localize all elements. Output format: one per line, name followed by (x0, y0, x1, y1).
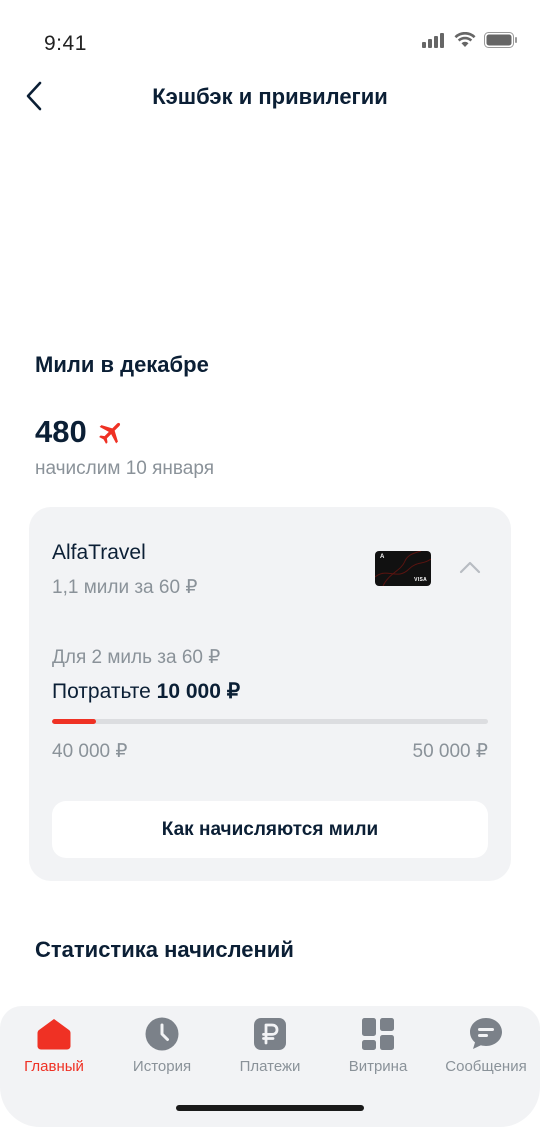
tab-showcase[interactable]: Витрина (324, 1016, 432, 1075)
tab-label: Главный (24, 1058, 84, 1075)
miles-section-title: Мили в декабре (35, 352, 209, 377)
spend-prefix: Потратьте (52, 680, 151, 703)
status-icons (422, 32, 518, 48)
clock-icon (144, 1016, 180, 1052)
miles-value: 480 (35, 414, 87, 449)
card-rate: 1,1 мили за 60 ₽ (52, 577, 198, 598)
tab-messages[interactable]: Сообщения (432, 1016, 540, 1075)
alfatravel-card: AlfaTravel 1,1 мили за 60 ₽ A VISA Для 2… (29, 507, 511, 881)
collapse-button[interactable] (455, 555, 485, 579)
spend-amount: 10 000 ₽ (156, 680, 241, 703)
battery-icon (484, 32, 517, 48)
spend-progress-bar (52, 719, 488, 724)
status-time: 9:41 (44, 32, 87, 55)
tab-label: Платежи (239, 1058, 301, 1075)
chevron-up-icon (459, 561, 481, 573)
status-bar: 9:41 (0, 0, 540, 80)
next-tier-label: Для 2 миль за 60 ₽ (52, 647, 221, 668)
nav-header: Кэшбэк и привилегии (0, 70, 540, 122)
tab-label: История (132, 1058, 192, 1075)
miles-accrual-date: начислим 10 января (35, 458, 214, 479)
home-indicator (176, 1105, 364, 1111)
miles-total: 480 (35, 414, 125, 450)
visa-logo: VISA (414, 577, 427, 583)
home-icon (36, 1016, 72, 1052)
range-start: 40 000 ₽ (52, 741, 128, 762)
ruble-icon (252, 1016, 288, 1052)
how-miles-accrue-button[interactable]: Как начисляются мили (52, 801, 488, 858)
airplane-icon (98, 422, 120, 444)
tab-payments[interactable]: Платежи (216, 1016, 324, 1075)
spend-requirement: Потратьте 10 000 ₽ (52, 679, 240, 704)
signal-icon (422, 33, 444, 48)
card-logo: A (380, 554, 385, 560)
grid-icon (360, 1016, 396, 1052)
card-name: AlfaTravel (52, 541, 146, 564)
progress-fill (52, 719, 96, 724)
tab-bar: Главный История Платежи Витрина Сообщени… (0, 1006, 540, 1127)
chat-icon (468, 1016, 504, 1052)
page-title: Кэшбэк и привилегии (152, 84, 388, 109)
tab-label: Витрина (348, 1058, 408, 1075)
tab-history[interactable]: История (108, 1016, 216, 1075)
tab-home[interactable]: Главный (0, 1016, 108, 1075)
bank-card-image: A VISA (375, 551, 431, 586)
range-end: 50 000 ₽ (412, 741, 488, 762)
wifi-icon (454, 32, 476, 47)
tab-label: Сообщения (445, 1058, 527, 1075)
stats-section-title: Статистика начислений (35, 937, 294, 962)
